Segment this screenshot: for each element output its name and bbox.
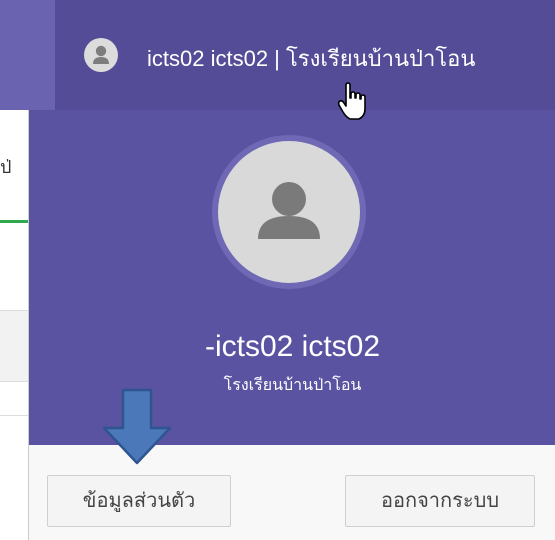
background-table-header [0,310,28,382]
annotation-down-arrow-icon [102,388,172,465]
user-dropdown-menu: -icts02 icts02 โรงเรียนบ้านป่าโอน ข้อมูล… [28,110,555,540]
background-divider [0,415,28,416]
background-tab-underline [0,220,28,223]
user-full-name: -icts02 icts02 [204,330,381,363]
top-navbar: icts02 icts02 | โรงเรียนบ้านป่าโอน [0,0,555,110]
hand-pointer-cursor-icon [337,82,366,120]
profile-button[interactable]: ข้อมูลส่วนตัว [47,475,231,527]
navbar-left-segment [0,0,55,110]
logout-button[interactable]: ออกจากระบบ [345,475,535,527]
user-menu-toggle[interactable]: icts02 icts02 | โรงเรียนบ้านป่าโอน [55,0,555,110]
background-text-fragment: ป่ [0,157,12,177]
nav-avatar-icon [84,38,118,72]
user-avatar-icon [212,135,366,289]
nav-user-text: icts02 icts02 | โรงเรียนบ้านป่าโอน [147,46,476,71]
